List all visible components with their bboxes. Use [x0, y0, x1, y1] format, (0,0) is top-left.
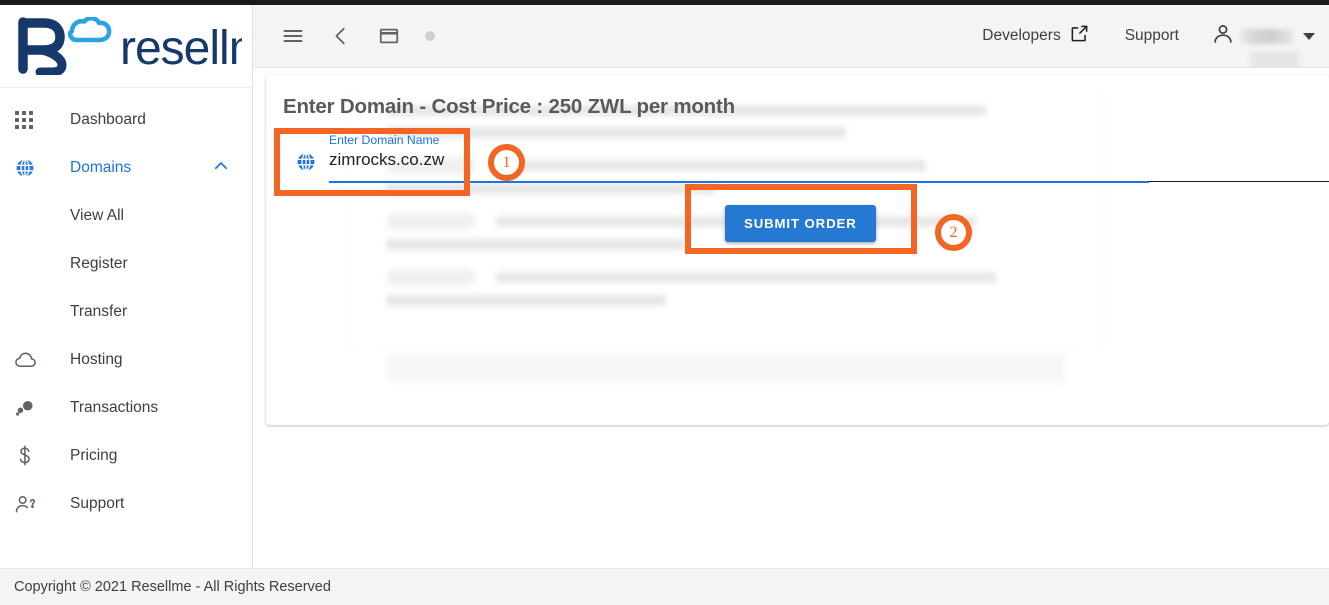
- field-underline-focus: [329, 181, 1149, 183]
- developers-link[interactable]: Developers: [964, 24, 1106, 48]
- person-icon: [1211, 22, 1235, 51]
- account-menu[interactable]: [1197, 22, 1315, 51]
- globe-icon: [295, 151, 317, 178]
- copyright-text: Copyright © 2021 Resellme - All Rights R…: [14, 579, 331, 595]
- account-name-redacted: [1241, 28, 1293, 44]
- header-right-controls: Developers Support: [964, 22, 1329, 51]
- sidebar-item-support[interactable]: Support: [0, 480, 252, 528]
- domain-name-field: Enter Domain Name: [284, 133, 1329, 185]
- app-root: resellme Dashboard: [0, 0, 1329, 605]
- footer: Copyright © 2021 Resellme - All Rights R…: [0, 568, 1329, 605]
- top-header: Developers Support: [253, 5, 1329, 68]
- sidebar-item-label: Support: [70, 495, 125, 512]
- resellme-logo-icon: resellme: [18, 17, 242, 75]
- enter-domain-card: Enter Domain - Cost Price : 250 ZWL per …: [266, 75, 1329, 425]
- sidebar-item-pricing[interactable]: Pricing: [0, 432, 252, 480]
- sidebar: resellme Dashboard: [0, 5, 253, 568]
- hamburger-menu-icon[interactable]: [269, 16, 317, 56]
- sidebar-item-label: Pricing: [70, 447, 118, 464]
- sidebar-item-label: Domains: [70, 159, 132, 176]
- sidebar-item-domains[interactable]: Domains: [0, 144, 252, 192]
- page-title: Enter Domain - Cost Price : 250 ZWL per …: [283, 95, 735, 118]
- external-link-icon: [1070, 24, 1089, 48]
- developers-label: Developers: [982, 27, 1061, 44]
- svg-text:resellme: resellme: [120, 22, 242, 75]
- sidebar-item-transactions[interactable]: Transactions: [0, 384, 252, 432]
- sidebar-subitem-label: Transfer: [70, 303, 128, 320]
- sidebar-item-label: Transactions: [70, 399, 159, 416]
- chevron-up-icon[interactable]: [212, 157, 230, 180]
- sidebar-item-register[interactable]: Register: [0, 240, 252, 288]
- grid-apps-icon: [14, 110, 52, 130]
- globe-icon: [14, 157, 52, 179]
- header-left-controls: [253, 16, 435, 56]
- sidebar-item-hosting[interactable]: Hosting: [0, 336, 252, 384]
- main-content: Enter Domain - Cost Price : 250 ZWL per …: [253, 68, 1329, 568]
- dot-indicator-icon: [425, 31, 435, 41]
- sidebar-item-label: Hosting: [70, 351, 123, 368]
- domain-name-input[interactable]: [329, 150, 749, 170]
- sidebar-nav: Dashboard Domains View All Register Tran…: [0, 88, 252, 528]
- support-label: Support: [1124, 27, 1179, 44]
- domain-name-label: Enter Domain Name: [329, 133, 440, 147]
- bubbles-icon: [14, 397, 52, 419]
- support-link[interactable]: Support: [1107, 27, 1197, 45]
- sidebar-item-label: Dashboard: [70, 111, 146, 128]
- cloud-icon: [14, 349, 52, 372]
- window-icon[interactable]: [365, 16, 413, 56]
- submit-order-button[interactable]: SUBMIT ORDER: [725, 205, 876, 242]
- caret-down-icon[interactable]: [1303, 32, 1315, 40]
- sidebar-item-view-all[interactable]: View All: [0, 192, 252, 240]
- person-question-icon: [14, 493, 52, 516]
- sidebar-subitem-label: Register: [70, 255, 128, 272]
- sidebar-subitem-label: View All: [70, 207, 124, 224]
- chevron-left-icon[interactable]: [317, 16, 365, 56]
- sidebar-item-dashboard[interactable]: Dashboard: [0, 96, 252, 144]
- dollar-icon: [14, 445, 52, 467]
- sidebar-item-transfer[interactable]: Transfer: [0, 288, 252, 336]
- brand-logo[interactable]: resellme: [0, 5, 252, 88]
